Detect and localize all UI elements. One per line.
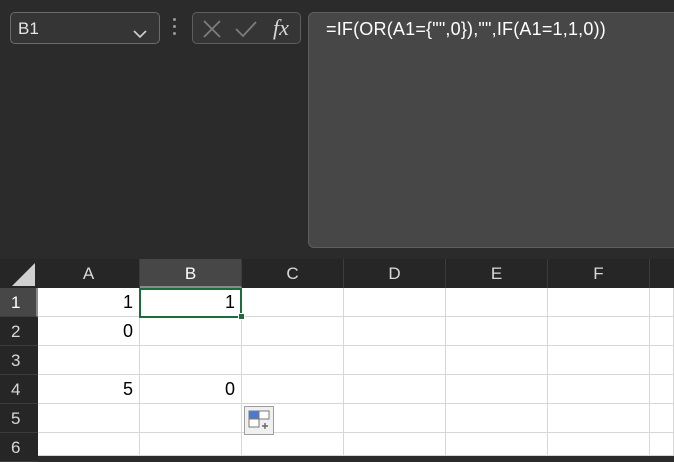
- cell-e4[interactable]: [446, 375, 548, 404]
- cell-f2[interactable]: [548, 317, 650, 346]
- cell-g4[interactable]: [650, 375, 674, 404]
- cell-c1[interactable]: [242, 288, 344, 317]
- formula-input[interactable]: =IF(OR(A1={"",0}),"",IF(A1=1,1,0)): [308, 12, 674, 248]
- column-header-e[interactable]: E: [446, 259, 548, 288]
- quick-analysis-button[interactable]: [244, 406, 274, 435]
- cell-e3[interactable]: [446, 346, 548, 375]
- row-header-3[interactable]: 3: [0, 346, 38, 375]
- cell-d6[interactable]: [344, 433, 446, 456]
- chevron-down-icon[interactable]: [133, 24, 147, 44]
- cancel-icon[interactable]: [202, 19, 222, 44]
- cell-b2[interactable]: [140, 317, 242, 346]
- column-header-g[interactable]: [650, 259, 674, 288]
- row-header-1[interactable]: 1: [0, 288, 38, 317]
- enter-icon[interactable]: [234, 19, 258, 44]
- cell-f6[interactable]: [548, 433, 650, 456]
- cell-b3[interactable]: [140, 346, 242, 375]
- row-header-4[interactable]: 4: [0, 375, 38, 404]
- cell-f1[interactable]: [548, 288, 650, 317]
- cell-c3[interactable]: [242, 346, 344, 375]
- cell-b6[interactable]: [140, 433, 242, 456]
- cell-d1[interactable]: [344, 288, 446, 317]
- cell-e1[interactable]: [446, 288, 548, 317]
- select-all-button[interactable]: [0, 259, 38, 288]
- cell-a2[interactable]: 0: [38, 317, 140, 346]
- cell-g5[interactable]: [650, 404, 674, 433]
- cell-e6[interactable]: [446, 433, 548, 456]
- quick-analysis-icon: [248, 410, 270, 429]
- cell-b5[interactable]: [140, 404, 242, 433]
- cell-g1[interactable]: [650, 288, 674, 317]
- cell-g6[interactable]: [650, 433, 674, 456]
- column-header-f[interactable]: F: [548, 259, 650, 288]
- cell-b4[interactable]: 0: [140, 375, 242, 404]
- fx-icon[interactable]: fx: [273, 15, 289, 41]
- column-header-a[interactable]: A: [38, 259, 140, 288]
- column-header-c[interactable]: C: [242, 259, 344, 288]
- fill-handle[interactable]: [238, 313, 245, 320]
- row-header-5[interactable]: 5: [0, 404, 38, 433]
- cell-a6[interactable]: [38, 433, 140, 456]
- cell-c2[interactable]: [242, 317, 344, 346]
- cell-d5[interactable]: [344, 404, 446, 433]
- cell-f4[interactable]: [548, 375, 650, 404]
- row-header-6[interactable]: 6: [0, 433, 38, 462]
- cell-a4[interactable]: 5: [38, 375, 140, 404]
- cell-f5[interactable]: [548, 404, 650, 433]
- cell-a5[interactable]: [38, 404, 140, 433]
- cell-c6[interactable]: [242, 433, 344, 456]
- cell-a3[interactable]: [38, 346, 140, 375]
- cell-f3[interactable]: [548, 346, 650, 375]
- cell-g2[interactable]: [650, 317, 674, 346]
- column-header-b[interactable]: B: [140, 259, 242, 288]
- more-options-icon[interactable]: [173, 18, 177, 39]
- active-cell-border: [139, 288, 242, 318]
- column-header-d[interactable]: D: [344, 259, 446, 288]
- name-box-value: B1: [18, 19, 39, 38]
- cell-e2[interactable]: [446, 317, 548, 346]
- cell-e5[interactable]: [446, 404, 548, 433]
- row-header-2[interactable]: 2: [0, 317, 38, 346]
- name-box[interactable]: B1: [10, 12, 160, 44]
- cell-g3[interactable]: [650, 346, 674, 375]
- cell-d2[interactable]: [344, 317, 446, 346]
- cell-d4[interactable]: [344, 375, 446, 404]
- formula-buttons: fx: [192, 12, 301, 44]
- cell-c4[interactable]: [242, 375, 344, 404]
- cell-d3[interactable]: [344, 346, 446, 375]
- cell-a1[interactable]: 1: [38, 288, 140, 317]
